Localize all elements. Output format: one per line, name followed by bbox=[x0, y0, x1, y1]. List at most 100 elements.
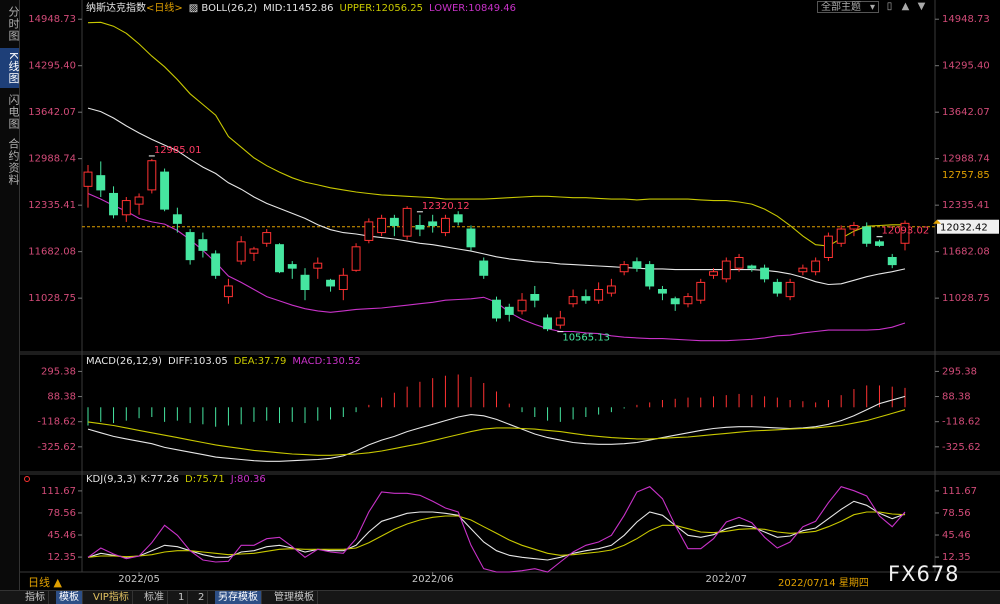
macd-header-part: MACD:130.52 bbox=[292, 356, 360, 367]
main-header: 纳斯达克指数<日线> ▨ BOLL(26,2) MID:11452.86 UPPER:… bbox=[86, 1, 516, 14]
tab-1[interactable]: 1 bbox=[175, 591, 189, 604]
kdj-settings-icon bbox=[24, 476, 30, 482]
candle bbox=[428, 221, 438, 226]
date-readout: 2022/07/14 星期四 bbox=[778, 578, 869, 589]
tab-timeshare[interactable]: 分时图 bbox=[0, 4, 20, 44]
last-price-label: 12032.42 bbox=[940, 223, 988, 234]
candle bbox=[530, 293, 540, 301]
macd-header: MACD(26,12,9) DIFF:103.05 DEA:37.79 MACD:13… bbox=[86, 356, 361, 367]
y-tick-label-left: 14948.73 bbox=[28, 14, 76, 25]
candle bbox=[211, 253, 221, 276]
y-tick-label-left: 12335.41 bbox=[28, 200, 76, 211]
y-tick-label-left: 14295.40 bbox=[28, 61, 76, 72]
sidebar: 分时图 K线图 闪电图 合约资料 bbox=[0, 0, 20, 590]
tab-template[interactable]: 模板 bbox=[56, 591, 83, 604]
extra-right-label: 12757.85 bbox=[942, 170, 990, 181]
candle bbox=[364, 221, 374, 241]
tab-kline[interactable]: K线图 bbox=[0, 48, 20, 88]
candle bbox=[862, 226, 872, 244]
candle bbox=[185, 232, 195, 261]
tab-contract-info[interactable]: 合约资料 bbox=[0, 136, 20, 188]
candle bbox=[657, 289, 667, 294]
candle bbox=[479, 260, 489, 276]
tab-manage-template[interactable]: 管理模板 bbox=[271, 591, 318, 604]
candle bbox=[760, 267, 770, 280]
main-header-part: LOWER:10849.46 bbox=[429, 3, 516, 14]
watermark: FX678 bbox=[888, 562, 960, 586]
y-tick-label-right: 111.67 bbox=[942, 486, 977, 497]
tab-lightning[interactable]: 闪电图 bbox=[0, 92, 20, 132]
y-tick-label-left: 12988.74 bbox=[28, 154, 76, 165]
tab-save-template[interactable]: 另存模板 bbox=[215, 591, 262, 604]
low-annotation: 10565.13 bbox=[562, 333, 610, 344]
high-annotation: 12093.02 bbox=[881, 226, 929, 237]
candle bbox=[581, 296, 591, 301]
main-header-part: UPPER:12056.25 bbox=[340, 3, 423, 14]
kdj-header-part: D:75.71 bbox=[185, 474, 225, 485]
candle bbox=[798, 267, 808, 273]
candle bbox=[172, 214, 182, 224]
y-tick-label-right: 13642.07 bbox=[942, 107, 990, 118]
candle bbox=[849, 224, 859, 230]
kdj-header-part: K:77.26 bbox=[140, 474, 179, 485]
candle bbox=[262, 232, 272, 244]
candle bbox=[351, 246, 361, 271]
candle bbox=[619, 264, 629, 273]
kdj-header-part: KDJ(9,3,3) bbox=[86, 474, 137, 485]
tab-indicator[interactable]: 指标 bbox=[22, 591, 49, 604]
main-header-part: MID:11452.86 bbox=[263, 3, 333, 14]
kdj-header: KDJ(9,3,3) K:77.26 D:75.71 J:80.36 bbox=[86, 474, 266, 485]
candle bbox=[492, 299, 501, 319]
candle bbox=[109, 192, 118, 216]
y-tick-label-right: 14295.40 bbox=[942, 61, 990, 72]
candle bbox=[887, 256, 897, 266]
candle bbox=[147, 160, 157, 191]
candle bbox=[772, 281, 782, 294]
candle bbox=[517, 299, 527, 312]
y-tick-label-right: 12988.74 bbox=[942, 154, 990, 165]
kdj-header-part: J:80.36 bbox=[230, 474, 266, 485]
candle bbox=[696, 281, 706, 301]
candle bbox=[440, 217, 450, 234]
y-tick-label-left: 45.46 bbox=[47, 530, 76, 541]
high-annotation: 12320.12 bbox=[422, 201, 470, 212]
macd-header-part: DEA:37.79 bbox=[234, 356, 287, 367]
y-tick-label-right: 14948.73 bbox=[942, 14, 990, 25]
candle bbox=[632, 261, 642, 269]
main-header-part: 纳斯达克指数 bbox=[86, 1, 146, 14]
tab-standard[interactable]: 标准 bbox=[141, 591, 168, 604]
candle bbox=[287, 264, 297, 269]
high-annotation: 12985.01 bbox=[154, 145, 202, 156]
kline-chart[interactable]: 14948.73 14948.73 14295.40 14295.40 13642.07… bbox=[20, 0, 1000, 590]
candle bbox=[504, 306, 514, 315]
candle bbox=[313, 262, 323, 269]
candle bbox=[160, 171, 170, 210]
candle bbox=[683, 296, 693, 305]
candle bbox=[389, 217, 399, 226]
candle bbox=[121, 200, 131, 216]
y-tick-label-right: -325.62 bbox=[942, 442, 981, 453]
candle bbox=[555, 317, 565, 326]
candle bbox=[223, 285, 233, 298]
y-tick-label-right: 11682.08 bbox=[942, 247, 990, 258]
candle bbox=[300, 274, 310, 291]
candle bbox=[338, 274, 348, 291]
boll-upper-line bbox=[87, 21, 905, 247]
kdj-k-line bbox=[87, 500, 906, 561]
tab-vip-indicator[interactable]: VIP指标 bbox=[90, 591, 133, 604]
period-button[interactable]: 日线 ▲ bbox=[28, 574, 62, 590]
tab-2[interactable]: 2 bbox=[195, 591, 209, 604]
macd-dea-line bbox=[87, 409, 906, 456]
y-tick-label-left: 12.35 bbox=[47, 552, 76, 563]
y-tick-label-left: 13642.07 bbox=[28, 107, 76, 118]
candle bbox=[875, 241, 884, 246]
candle bbox=[377, 217, 387, 234]
candle bbox=[709, 271, 718, 276]
candle bbox=[466, 228, 476, 248]
candle bbox=[785, 281, 795, 298]
x-tick-label: 2022/06 bbox=[412, 574, 454, 585]
candle bbox=[606, 285, 616, 294]
y-tick-label-left: 78.56 bbox=[47, 508, 76, 519]
candle bbox=[326, 279, 336, 287]
y-tick-label-left: 295.38 bbox=[41, 366, 76, 377]
